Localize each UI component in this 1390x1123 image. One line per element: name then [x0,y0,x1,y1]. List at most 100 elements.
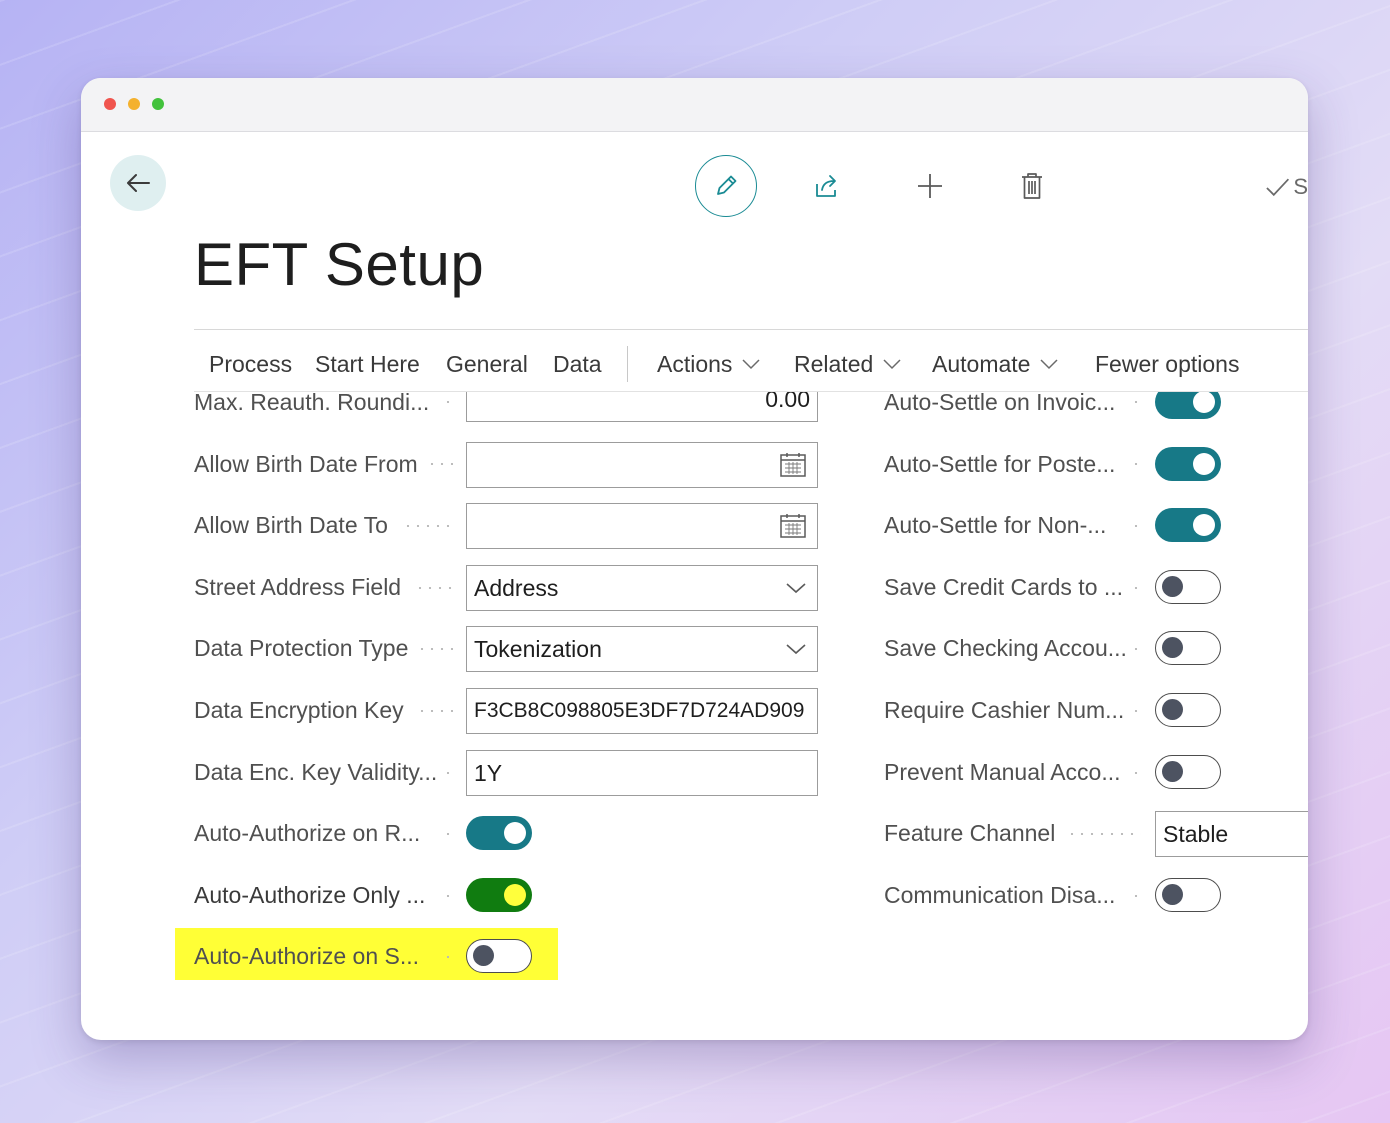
auto-settle-for-non-toggle[interactable] [1155,508,1221,542]
minimize-window-button[interactable] [128,98,140,110]
chevron-down-icon [785,581,807,595]
menu-related[interactable]: Related [794,344,901,384]
field-value: F3CB8C098805E3DF7D724AD909 [474,699,805,722]
field-value: 1Y [474,759,503,786]
prevent-manual-account-toggle[interactable] [1155,755,1221,789]
action-bar: Process Start Here General Data Actions … [194,344,1308,384]
field-label: Auto-Authorize Only ... [194,882,426,908]
field-label: Street Address Field [194,574,402,600]
leader-dots [415,587,453,589]
leader-dots [1131,648,1141,650]
field-label: Save Credit Cards to ... [884,574,1124,600]
arrow-left-icon [127,174,150,192]
back-button[interactable] [110,155,166,211]
maximize-window-button[interactable] [152,98,164,110]
leader-dots [427,463,453,465]
leader-dots [1131,895,1141,897]
title-divider [194,329,1308,330]
field-label: Communication Disa... [884,882,1116,908]
auto-authorize-on-r-toggle[interactable] [466,816,532,850]
field-value: Stable [1163,820,1229,847]
calendar-icon[interactable] [779,513,807,539]
leader-dots [443,833,453,835]
data-enc-key-validity-input[interactable]: 1Y [466,750,818,796]
trash-icon [1022,173,1042,199]
field-label: Auto-Authorize on S... [194,943,420,969]
feature-channel-input[interactable]: Stable [1155,811,1308,857]
chevron-down-icon [785,642,807,656]
field-label: Data Encryption Key [194,697,404,723]
leader-dots [443,772,453,774]
data-protection-type-select[interactable]: Tokenization [466,626,818,672]
field-value: 0.00 [765,392,810,412]
tab-data[interactable]: Data [553,344,602,384]
tab-general[interactable]: General [446,344,528,384]
share-icon [816,175,836,197]
toggle-knob [504,822,526,844]
leader-dots [443,401,453,403]
app-window: S EFT Setup Process Start Here General D… [81,78,1308,1040]
saved-indicator: S [1264,172,1308,202]
field-label: Data Protection Type [194,635,409,661]
field-label: Allow Birth Date To [194,512,388,538]
leader-dots [417,710,453,712]
leader-dots [1131,463,1141,465]
auto-settle-for-posted-toggle[interactable] [1155,447,1221,481]
save-checking-account-toggle[interactable] [1155,631,1221,665]
field-label: Data Enc. Key Validity... [194,759,438,785]
auto-settle-on-invoice-toggle[interactable] [1155,392,1221,419]
leader-dots [443,895,453,897]
allow-birth-date-to-input[interactable] [466,503,818,549]
require-cashier-number-toggle[interactable] [1155,693,1221,727]
tab-process[interactable]: Process [209,344,292,384]
delete-button[interactable] [1014,168,1050,204]
field-value: Tokenization [474,635,602,662]
tab-start-here[interactable]: Start Here [315,344,420,384]
field-value: Address [474,574,559,601]
communication-disabled-toggle[interactable] [1155,878,1221,912]
chevron-down-icon [742,358,760,370]
new-button[interactable] [912,168,948,204]
menu-actions-label: Actions [657,350,733,377]
menu-automate[interactable]: Automate [932,344,1058,384]
field-label: Prevent Manual Acco... [884,759,1121,785]
calendar-icon[interactable] [779,452,807,478]
field-label: Auto-Settle for Non-... [884,512,1107,538]
field-label: Auto-Settle on Invoic... [884,392,1116,415]
pencil-icon [717,175,737,195]
chevron-down-icon [1040,358,1058,370]
chevron-down-icon [883,358,901,370]
toggle-knob [1162,637,1183,658]
leader-dots [1067,833,1141,835]
auto-authorize-only-toggle[interactable] [466,878,532,912]
toggle-knob [473,945,494,966]
leader-dots [1131,401,1141,403]
auto-authorize-on-s-toggle[interactable] [466,939,532,973]
field-label: Save Checking Accou... [884,635,1127,661]
close-window-button[interactable] [104,98,116,110]
saved-label: S [1293,174,1308,199]
field-label: Require Cashier Num... [884,697,1125,723]
save-credit-cards-toggle[interactable] [1155,570,1221,604]
toggle-knob [1162,699,1183,720]
edit-button[interactable] [695,155,757,217]
share-button[interactable] [809,168,845,204]
menu-related-label: Related [794,350,874,377]
street-address-field-select[interactable]: Address [466,565,818,611]
fewer-options-button[interactable]: Fewer options [1095,344,1239,384]
plus-icon [918,174,942,198]
nav-separator [627,346,628,382]
data-encryption-key-input[interactable]: F3CB8C098805E3DF7D724AD909 [466,688,818,734]
toggle-knob [1193,514,1215,536]
leader-dots [1131,587,1141,589]
menu-actions[interactable]: Actions [657,344,760,384]
toggle-knob [1193,453,1215,475]
page-content: S EFT Setup Process Start Here General D… [81,132,1308,1040]
leader-dots [1131,710,1141,712]
allow-birth-date-from-input[interactable] [466,442,818,488]
toggle-knob [1162,761,1183,782]
leader-dots [443,956,453,958]
toggle-knob [1162,884,1183,905]
max-reauth-rounding-input[interactable]: 0.00 [466,392,818,422]
leader-dots [403,525,453,527]
